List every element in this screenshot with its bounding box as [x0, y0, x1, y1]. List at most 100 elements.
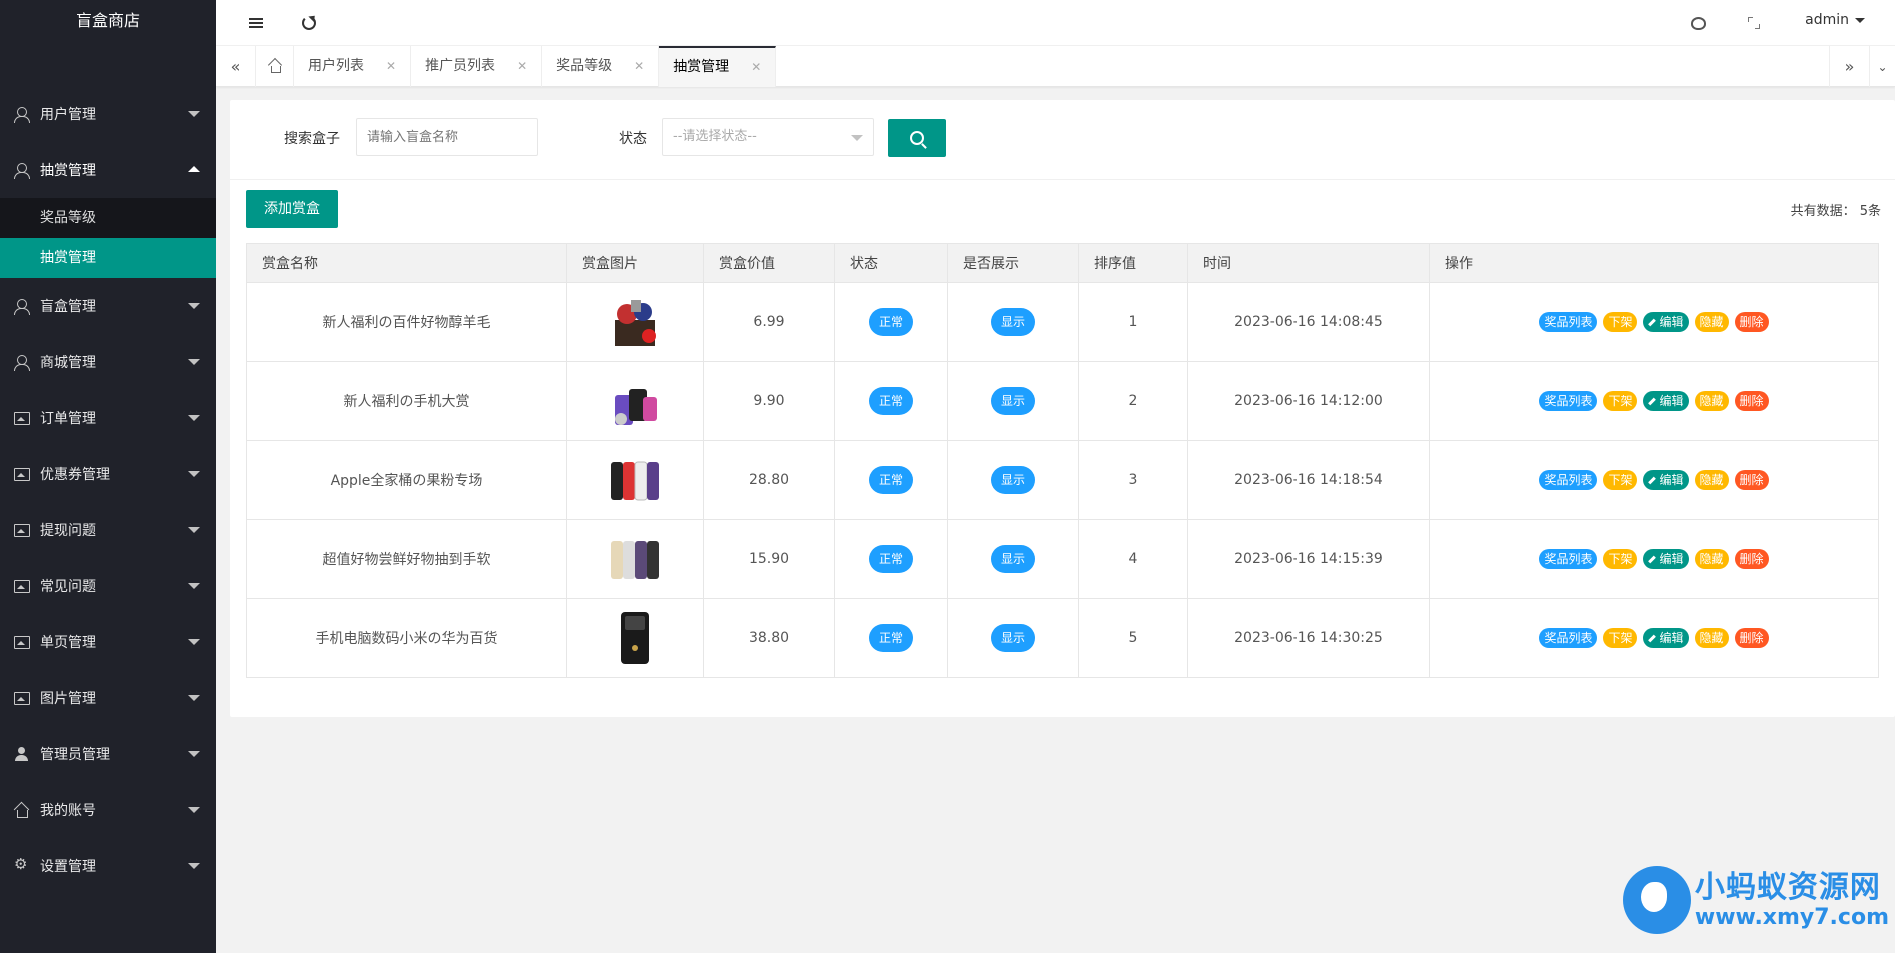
hide-button[interactable]: 隐藏 [1694, 628, 1729, 648]
hide-button[interactable]: 隐藏 [1694, 391, 1729, 411]
chevron-down-icon [188, 527, 200, 533]
sort-value: 3 [1078, 440, 1188, 520]
delete-button[interactable]: 删除 [1734, 391, 1769, 411]
col-header: 排序值 [1078, 243, 1188, 283]
ops-cell: 奖品列表 下架 编辑 隐藏 删除 [1429, 519, 1879, 599]
tab-lottery-manage[interactable]: 抽赏管理 ✕ [659, 46, 777, 88]
show-badge[interactable]: 显示 [990, 308, 1035, 336]
sidebar-item-pages[interactable]: 单页管理 [0, 614, 216, 670]
menu-collapse-icon[interactable] [246, 13, 266, 33]
prize-list-button[interactable]: 奖品列表 [1539, 312, 1598, 332]
delete-button[interactable]: 删除 [1734, 312, 1769, 332]
show-badge[interactable]: 显示 [990, 624, 1035, 652]
offline-button[interactable]: 下架 [1603, 628, 1638, 648]
col-header: 时间 [1187, 243, 1430, 283]
offline-button[interactable]: 下架 [1603, 391, 1638, 411]
refresh-button[interactable] [299, 13, 319, 33]
offline-button[interactable]: 下架 [1603, 470, 1638, 490]
sidebar-subitem-prize-level[interactable]: 奖品等级 [0, 198, 216, 238]
search-input[interactable] [356, 118, 538, 156]
tab-home[interactable] [256, 46, 294, 87]
offline-button[interactable]: 下架 [1603, 549, 1638, 569]
sidebar-item-settings[interactable]: 设置管理 [0, 838, 216, 894]
pencil-icon [1648, 318, 1657, 327]
tabs-scroll-right-button[interactable]: » [1829, 46, 1869, 87]
edit-button[interactable]: 编辑 [1643, 470, 1689, 490]
sidebar-item-admins[interactable]: 管理员管理 [0, 726, 216, 782]
time-value: 2023-06-16 14:08:45 [1187, 282, 1430, 362]
prize-list-button[interactable]: 奖品列表 [1539, 628, 1598, 648]
sidebar-subitem-lottery-manage[interactable]: 抽赏管理 [0, 238, 216, 278]
edit-button[interactable]: 编辑 [1643, 549, 1689, 569]
box-name: 新人福利の百件好物醇羊毛 [246, 282, 567, 362]
tabs-scroll-left-button[interactable]: « [216, 46, 256, 87]
user-icon [14, 106, 30, 123]
refresh-icon [302, 16, 316, 30]
add-box-button[interactable]: 添加赏盒 [246, 190, 338, 228]
chevron-up-icon [188, 166, 200, 172]
theme-button[interactable] [1688, 13, 1708, 33]
sidebar-item-mall[interactable]: 商城管理 [0, 334, 216, 390]
watermark: 小蚂蚁资源网 www.xmy7.com [1622, 866, 1889, 934]
delete-button[interactable]: 删除 [1734, 470, 1769, 490]
fullscreen-button[interactable] [1744, 13, 1764, 33]
tab-user-list[interactable]: 用户列表 ✕ [294, 46, 412, 87]
status-select-placeholder: --请选择状态-- [673, 129, 757, 144]
status-badge[interactable]: 正常 [868, 308, 913, 336]
edit-button[interactable]: 编辑 [1643, 628, 1689, 648]
sidebar-item-faq[interactable]: 常见问题 [0, 558, 216, 614]
show-badge[interactable]: 显示 [990, 387, 1035, 415]
close-icon[interactable]: ✕ [634, 46, 644, 87]
sidebar-item-users[interactable]: 用户管理 [0, 86, 216, 142]
prize-list-button[interactable]: 奖品列表 [1539, 391, 1598, 411]
edit-button[interactable]: 编辑 [1643, 391, 1689, 411]
status-select[interactable]: --请选择状态-- [662, 118, 874, 156]
time-value: 2023-06-16 14:12:00 [1187, 361, 1430, 441]
admin-icon [14, 746, 30, 762]
col-header: 赏盒图片 [566, 243, 704, 283]
show-cell: 显示 [947, 598, 1079, 678]
sidebar-item-label: 优惠券管理 [40, 467, 110, 483]
box-price: 38.80 [703, 598, 835, 678]
chevron-down-icon [188, 583, 200, 589]
status-badge[interactable]: 正常 [868, 545, 913, 573]
status-badge[interactable]: 正常 [868, 387, 913, 415]
sidebar-item-lottery[interactable]: 抽赏管理 [0, 142, 216, 198]
tab-bar: « 用户列表 ✕ 推广员列表 ✕ 奖品等级 ✕ 抽赏管理 ✕ » ⌄ [216, 46, 1895, 87]
hide-button[interactable]: 隐藏 [1694, 312, 1729, 332]
show-cell: 显示 [947, 519, 1079, 599]
offline-button[interactable]: 下架 [1603, 312, 1638, 332]
show-badge[interactable]: 显示 [990, 466, 1035, 494]
box-name: 新人福利の手机大赏 [246, 361, 567, 441]
status-cell: 正常 [834, 361, 948, 441]
search-button[interactable] [888, 119, 946, 157]
status-badge[interactable]: 正常 [868, 624, 913, 652]
status-badge[interactable]: 正常 [868, 466, 913, 494]
close-icon[interactable]: ✕ [517, 46, 527, 87]
edit-button[interactable]: 编辑 [1643, 312, 1689, 332]
tab-label: 抽赏管理 [673, 59, 730, 75]
prize-list-button[interactable]: 奖品列表 [1539, 470, 1598, 490]
sidebar-item-withdraw[interactable]: 提现问题 [0, 502, 216, 558]
tab-prize-level[interactable]: 奖品等级 ✕ [542, 46, 660, 87]
tab-promoter-list[interactable]: 推广员列表 ✕ [411, 46, 543, 87]
delete-button[interactable]: 删除 [1734, 628, 1769, 648]
table-row: 超值好物尝鲜好物抽到手软 15.90 正常 显示 4 2023-06-16 14… [246, 519, 1879, 599]
user-menu[interactable]: admin [1805, 12, 1865, 28]
sidebar-item-images[interactable]: 图片管理 [0, 670, 216, 726]
prize-list-button[interactable]: 奖品列表 [1539, 549, 1598, 569]
close-icon[interactable]: ✕ [386, 46, 396, 87]
chevron-down-icon [851, 135, 863, 141]
delete-button[interactable]: 删除 [1734, 549, 1769, 569]
show-badge[interactable]: 显示 [990, 545, 1035, 573]
sidebar-item-account[interactable]: 我的账号 [0, 782, 216, 838]
sidebar-item-orders[interactable]: 订单管理 [0, 390, 216, 446]
hide-button[interactable]: 隐藏 [1694, 470, 1729, 490]
watermark-title: 小蚂蚁资源网 [1694, 870, 1881, 905]
hide-button[interactable]: 隐藏 [1694, 549, 1729, 569]
close-icon[interactable]: ✕ [751, 47, 761, 88]
sidebar-item-coupons[interactable]: 优惠券管理 [0, 446, 216, 502]
tabs-dropdown-button[interactable]: ⌄ [1869, 46, 1895, 87]
sidebar-item-blindbox[interactable]: 盲盒管理 [0, 278, 216, 334]
app-logo[interactable]: 盲盒商店 [0, 0, 216, 44]
